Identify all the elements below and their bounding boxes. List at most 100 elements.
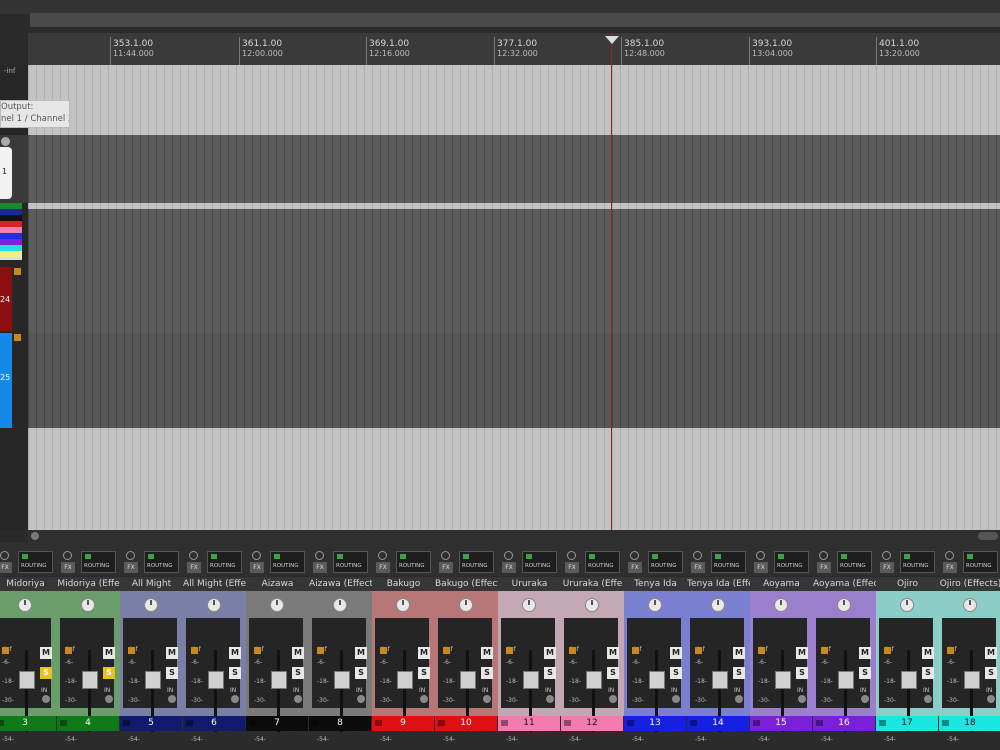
power-icon[interactable] xyxy=(756,551,765,560)
pan-knob[interactable] xyxy=(81,598,95,612)
pan-knob[interactable] xyxy=(963,598,977,612)
volume-fader[interactable] xyxy=(19,671,35,689)
track-number-bar[interactable]: 5 xyxy=(120,716,182,731)
arrange-view[interactable] xyxy=(28,65,1000,530)
track-name[interactable]: Aizawa xyxy=(246,577,309,591)
fx-indicator-icon[interactable] xyxy=(632,647,639,654)
track-number-bar[interactable]: 15 xyxy=(750,716,812,731)
pan-knob[interactable] xyxy=(585,598,599,612)
pan-knob[interactable] xyxy=(459,598,473,612)
track-number-bar[interactable]: 4 xyxy=(57,716,119,731)
input-arrow-icon[interactable] xyxy=(357,695,365,703)
power-icon[interactable] xyxy=(189,551,198,560)
mute-button[interactable]: M xyxy=(166,647,178,659)
volume-fader[interactable] xyxy=(523,671,539,689)
playhead-marker-icon[interactable] xyxy=(605,36,619,44)
pan-knob[interactable] xyxy=(207,598,221,612)
volume-fader[interactable] xyxy=(649,671,665,689)
fx-indicator-icon[interactable] xyxy=(569,647,576,654)
routing-button[interactable]: ROUTING xyxy=(396,551,431,573)
volume-fader[interactable] xyxy=(397,671,413,689)
mixer-channel-strip[interactable]: FX ROUTING Aoyama (Effec -inf-6--18--30-… xyxy=(813,542,876,743)
mixer-channel-strip[interactable]: FX ROUTING Midoriya (Effe -inf-6--18--30… xyxy=(57,542,120,743)
mute-button[interactable]: M xyxy=(733,647,745,659)
track-number-bar[interactable]: 11 xyxy=(498,716,560,731)
power-icon[interactable] xyxy=(0,551,9,560)
input-arrow-icon[interactable] xyxy=(798,695,806,703)
input-arrow-icon[interactable] xyxy=(924,695,932,703)
mixer-channel-strip[interactable]: FX ROUTING All Might (Effe -inf-6--18--3… xyxy=(183,542,246,743)
mute-button[interactable]: M xyxy=(40,647,52,659)
input-arrow-icon[interactable] xyxy=(735,695,743,703)
fx-button[interactable]: FX xyxy=(880,562,894,573)
track-number-bar[interactable]: 8 xyxy=(309,716,371,731)
power-icon[interactable] xyxy=(504,551,513,560)
fx-indicator-icon[interactable] xyxy=(821,647,828,654)
input-arrow-icon[interactable] xyxy=(546,695,554,703)
input-arrow-icon[interactable] xyxy=(483,695,491,703)
power-icon[interactable] xyxy=(315,551,324,560)
mixer-channel-strip[interactable]: FX ROUTING Bakugo -inf-6--18--30--42--54… xyxy=(372,542,435,743)
track-25-color-tab[interactable]: 25 xyxy=(0,333,12,428)
mixer-channel-strip[interactable]: FX ROUTING Tenya Ida (Effe -inf-6--18--3… xyxy=(687,542,750,743)
fx-indicator-icon[interactable] xyxy=(2,647,9,654)
mixer-channel-strip[interactable]: FX ROUTING Aizawa (Effect -inf-6--18--30… xyxy=(309,542,372,743)
mute-button[interactable]: M xyxy=(859,647,871,659)
power-icon[interactable] xyxy=(693,551,702,560)
mute-button[interactable]: M xyxy=(292,647,304,659)
track-number-bar[interactable]: 9 xyxy=(372,716,434,731)
volume-fader[interactable] xyxy=(82,671,98,689)
fx-button[interactable]: FX xyxy=(0,562,12,573)
volume-fader[interactable] xyxy=(334,671,350,689)
routing-button[interactable]: ROUTING xyxy=(333,551,368,573)
volume-fader[interactable] xyxy=(775,671,791,689)
routing-button[interactable]: ROUTING xyxy=(774,551,809,573)
pan-knob[interactable] xyxy=(648,598,662,612)
fx-button[interactable]: FX xyxy=(250,562,264,573)
fx-button[interactable]: FX xyxy=(565,562,579,573)
horizontal-scrollbar[interactable] xyxy=(28,530,1000,542)
mute-button[interactable]: M xyxy=(229,647,241,659)
fx-indicator-icon[interactable] xyxy=(884,647,891,654)
power-icon[interactable] xyxy=(126,551,135,560)
volume-fader[interactable] xyxy=(460,671,476,689)
mixer-channel-strip[interactable]: FX ROUTING Ururaka (Effe -inf-6--18--30-… xyxy=(561,542,624,743)
power-icon[interactable] xyxy=(441,551,450,560)
mixer-channel-strip[interactable]: FX ROUTING Aizawa -inf-6--18--30--42--54… xyxy=(246,542,309,743)
fx-button[interactable]: FX xyxy=(628,562,642,573)
record-arm-icon[interactable] xyxy=(1,137,10,146)
track-name[interactable]: Aizawa (Effect xyxy=(309,577,372,591)
input-arrow-icon[interactable] xyxy=(672,695,680,703)
track-name[interactable]: Ururaka (Effe xyxy=(561,577,624,591)
track-lane[interactable] xyxy=(28,333,1000,428)
track-name[interactable]: Ojiro xyxy=(876,577,939,591)
mixer-channel-strip[interactable]: FX ROUTING Midoriya -inf-6--18--30--42--… xyxy=(0,542,57,743)
fx-button[interactable]: FX xyxy=(61,562,75,573)
routing-button[interactable]: ROUTING xyxy=(18,551,53,573)
fx-indicator-icon[interactable] xyxy=(128,647,135,654)
pan-knob[interactable] xyxy=(837,598,851,612)
fx-indicator-icon[interactable] xyxy=(14,268,21,275)
track-name[interactable]: All Might xyxy=(120,577,183,591)
fx-button[interactable]: FX xyxy=(439,562,453,573)
track-name[interactable]: All Might (Effe xyxy=(183,577,246,591)
fx-button[interactable]: FX xyxy=(313,562,327,573)
scroll-thumb[interactable] xyxy=(978,532,998,540)
solo-button[interactable]: S xyxy=(166,667,178,679)
routing-button[interactable]: ROUTING xyxy=(585,551,620,573)
track-lane[interactable] xyxy=(28,428,1000,530)
volume-fader[interactable] xyxy=(586,671,602,689)
input-arrow-icon[interactable] xyxy=(105,695,113,703)
track-number-bar[interactable]: 7 xyxy=(246,716,308,731)
pan-knob[interactable] xyxy=(900,598,914,612)
routing-button[interactable]: ROUTING xyxy=(648,551,683,573)
track-number-bar[interactable]: 16 xyxy=(813,716,875,731)
fx-button[interactable]: FX xyxy=(943,562,957,573)
pan-knob[interactable] xyxy=(18,598,32,612)
track-lane[interactable] xyxy=(28,209,1000,333)
routing-button[interactable]: ROUTING xyxy=(900,551,935,573)
routing-button[interactable]: ROUTING xyxy=(963,551,998,573)
solo-button[interactable]: S xyxy=(418,667,430,679)
track-number-bar[interactable]: 3 xyxy=(0,716,56,731)
fx-button[interactable]: FX xyxy=(502,562,516,573)
